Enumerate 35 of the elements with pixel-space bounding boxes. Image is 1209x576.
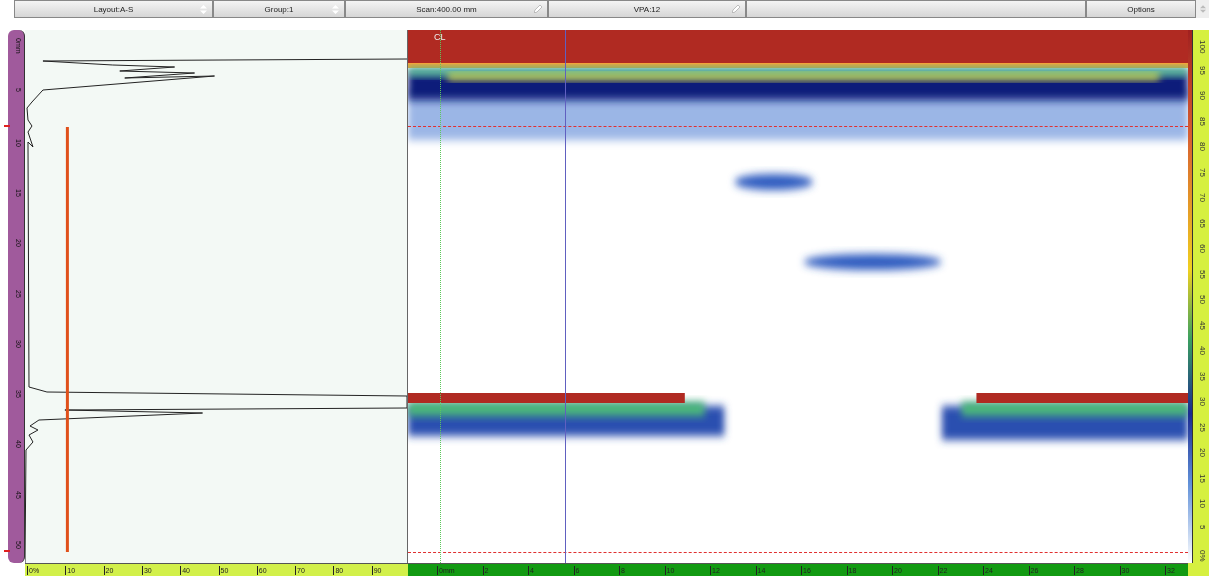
ruler-label: 30 bbox=[1198, 397, 1207, 406]
ruler-label: 10 bbox=[1198, 499, 1207, 508]
ruler-label: 65 bbox=[1198, 218, 1207, 228]
toolbar-button[interactable]: VPA:12 bbox=[548, 0, 746, 18]
ruler-label: 15 bbox=[1198, 473, 1207, 483]
options-button[interactable]: Options bbox=[1086, 0, 1196, 18]
ruler-label: 45 bbox=[1198, 320, 1207, 330]
ruler-label: 50 bbox=[1198, 295, 1207, 304]
ruler-label: 55 bbox=[1198, 269, 1207, 279]
ruler-label: 90 bbox=[1198, 91, 1207, 100]
spinner-icon bbox=[1199, 5, 1206, 13]
ruler-label: 95 bbox=[1198, 65, 1207, 75]
ruler-label: 25 bbox=[1198, 422, 1207, 432]
ruler-label: 70 bbox=[1198, 193, 1207, 202]
pencil-icon bbox=[732, 5, 740, 13]
toolbar-button[interactable]: Layout:A-S bbox=[14, 0, 213, 18]
ruler-label: 80 bbox=[1198, 142, 1207, 151]
toolbar-button[interactable]: Group:1 bbox=[213, 0, 345, 18]
pencil-icon bbox=[534, 5, 542, 13]
toolbar-button[interactable]: Scan:400.00 mm bbox=[345, 0, 548, 18]
cursor-label: CL bbox=[434, 32, 446, 42]
ruler-label: 20 bbox=[1198, 448, 1207, 457]
ruler-label: 60 bbox=[1198, 244, 1207, 253]
ruler-label: 5 bbox=[1198, 524, 1207, 529]
cursor-line[interactable] bbox=[440, 30, 441, 563]
ruler-label: 35 bbox=[1198, 371, 1207, 381]
ruler-label: 0% bbox=[1198, 550, 1207, 562]
gate-marker bbox=[4, 550, 10, 552]
ruler-label: 40 bbox=[1198, 346, 1207, 355]
spinner-icon bbox=[332, 5, 339, 14]
gate-marker bbox=[4, 125, 10, 127]
ruler-label: 75 bbox=[1198, 167, 1207, 177]
spinner-icon bbox=[200, 5, 207, 14]
ruler-label: 100 bbox=[1198, 40, 1207, 54]
ruler-label: 85 bbox=[1198, 116, 1207, 126]
